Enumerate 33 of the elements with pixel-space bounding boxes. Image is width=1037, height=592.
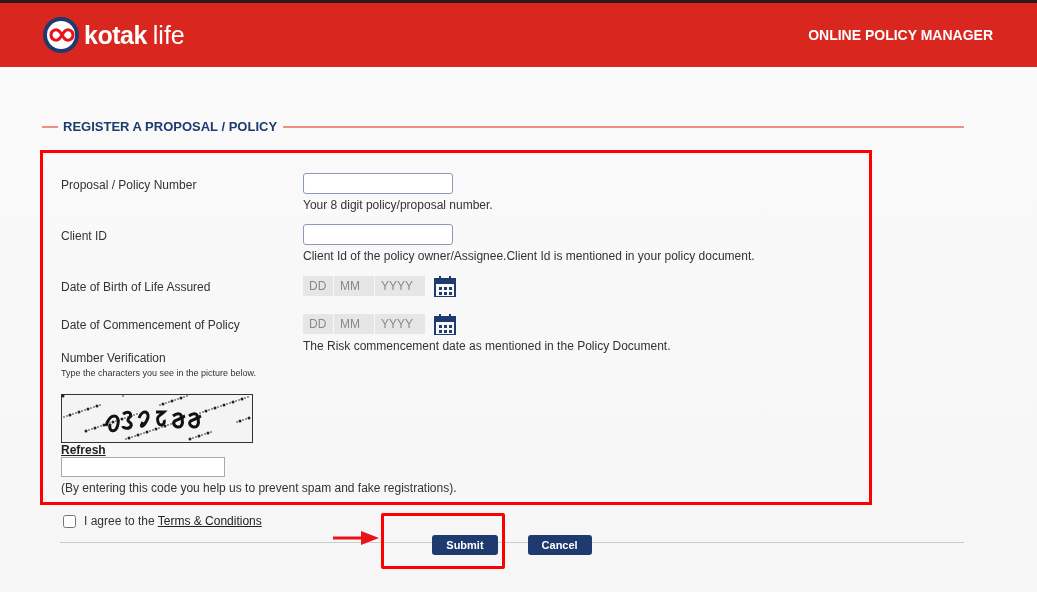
- field-hint: Your 8 digit policy/proposal number.: [303, 198, 493, 212]
- form-button[interactable]: Submit: [432, 535, 498, 555]
- form-button[interactable]: Cancel: [527, 535, 592, 555]
- date-input[interactable]: DD: [303, 314, 333, 334]
- pointer-arrow: [333, 531, 380, 545]
- section-title: REGISTER A PROPOSAL / POLICY: [63, 119, 278, 134]
- field-label: Number Verification: [61, 351, 166, 365]
- calendar-icon: [434, 275, 456, 297]
- captcha-note: (By entering this code you help us to prevent spam and fake registrations).: [61, 481, 457, 495]
- field-label: Client ID: [61, 228, 108, 245]
- logo-wordmark: kotak: [84, 20, 147, 50]
- date-input[interactable]: YYYY: [375, 314, 425, 334]
- refresh-link[interactable]: Refresh: [61, 443, 106, 457]
- logo-suffix: life: [152, 20, 185, 50]
- calendar-icon: [434, 313, 456, 335]
- field-label: Proposal / Policy Number: [61, 177, 198, 194]
- app-title: ONLINE POLICY MANAGER: [808, 27, 993, 43]
- input-field[interactable]: [303, 173, 453, 194]
- field-label: Date of Commencement of Policy: [61, 317, 241, 334]
- input-field[interactable]: [303, 224, 453, 245]
- date-input[interactable]: MM: [334, 276, 374, 296]
- logo-icon: [42, 16, 80, 54]
- date-input[interactable]: YYYY: [375, 276, 425, 296]
- field-hint: The Risk commencement date as mentioned in the Policy Document.: [303, 339, 671, 353]
- field-hint: Client Id of the policy owner/Assignee.Client Id is mentioned in your policy document.: [303, 249, 755, 263]
- captcha-input[interactable]: [61, 457, 225, 477]
- field-label: Date of Birth of Life Assured: [61, 279, 212, 296]
- instruction-text: Type the characters you see in the picture below.: [61, 368, 257, 378]
- date-input[interactable]: DD: [303, 276, 333, 296]
- agree-checkbox[interactable]: [63, 514, 76, 528]
- agree-text: I agree to the: [84, 514, 155, 528]
- date-input[interactable]: MM: [334, 314, 374, 334]
- terms-link[interactable]: Terms & Conditions: [157, 514, 262, 528]
